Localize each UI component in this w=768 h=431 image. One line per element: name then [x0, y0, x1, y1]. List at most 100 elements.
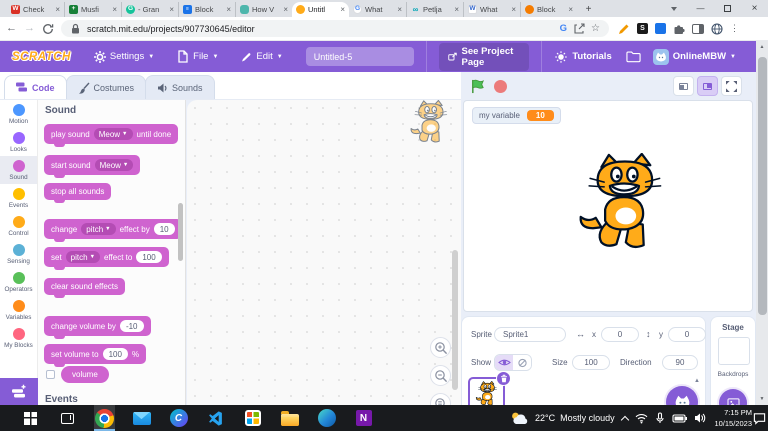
url-bar[interactable]: scratch.mit.edu/projects/907730645/edito… — [61, 20, 609, 37]
sprite-cat-on-stage[interactable] — [576, 153, 670, 251]
taskbar-canva-button[interactable]: C — [168, 405, 189, 431]
sound-stack-block[interactable]: set pitch ▼ effect to 100 — [44, 247, 169, 270]
tutorials-button[interactable]: Tutorials — [541, 41, 625, 72]
sound-reporter-block[interactable]: volume — [61, 366, 109, 383]
share-icon[interactable] — [573, 23, 585, 34]
maximize-button[interactable] — [714, 0, 741, 17]
sound-stack-block[interactable]: stop all sounds — [44, 183, 112, 203]
large-stage-button[interactable] — [697, 76, 718, 96]
add-extension-button[interactable] — [0, 378, 38, 405]
sprite-list-scroll-up-icon[interactable]: ▲ — [694, 378, 700, 384]
block-dropdown[interactable]: Meow ▼ — [94, 159, 134, 171]
see-project-page-button[interactable]: See Project Page — [438, 42, 529, 71]
tab-close-icon[interactable]: × — [283, 5, 288, 14]
browser-tab[interactable]: Untitl × — [292, 2, 349, 17]
page-scrollbar[interactable]: ▲ ▼ — [756, 41, 768, 405]
small-stage-button[interactable] — [673, 76, 694, 96]
delete-sprite-button[interactable] — [496, 371, 511, 386]
hide-sprite-button[interactable] — [513, 355, 531, 370]
y-input[interactable]: 0 — [668, 327, 706, 342]
scrollbar-thumb[interactable] — [757, 57, 767, 315]
stage[interactable]: my variable 10 — [463, 100, 753, 312]
forward-icon[interactable]: → — [24, 23, 35, 34]
zoom-reset-button[interactable] — [430, 393, 451, 405]
taskbar-explorer-button[interactable] — [279, 405, 300, 431]
block-dropdown[interactable]: Meow ▼ — [93, 128, 133, 140]
sound-stack-block[interactable]: start sound Meow ▼ — [44, 155, 141, 178]
google-icon[interactable]: G — [560, 23, 567, 34]
tab-sounds[interactable]: Sounds — [145, 75, 215, 99]
bookmark-star-icon[interactable]: ☆ — [591, 23, 600, 34]
project-name-input[interactable] — [305, 47, 414, 66]
tab-costumes[interactable]: Costumes — [65, 75, 147, 99]
folder-icon[interactable] — [626, 50, 641, 63]
sound-stack-block[interactable]: clear sound effects — [44, 278, 126, 298]
action-center-button[interactable] — [753, 412, 766, 430]
scroll-down-icon[interactable]: ▼ — [756, 396, 768, 402]
category-motion[interactable]: Motion — [0, 100, 37, 128]
scroll-up-icon[interactable]: ▲ — [756, 44, 768, 50]
block-number-input[interactable]: 100 — [136, 251, 162, 263]
edit-menu[interactable]: Edit ▼ — [229, 41, 293, 72]
show-sprite-button[interactable] — [495, 355, 513, 370]
taskbar-chrome-button[interactable] — [94, 405, 115, 431]
tab-close-icon[interactable]: × — [55, 5, 60, 14]
category-my-blocks[interactable]: My Blocks — [0, 324, 37, 352]
block-dropdown[interactable]: pitch ▼ — [65, 251, 101, 263]
speaker-icon[interactable] — [694, 412, 706, 424]
zoom-out-button[interactable] — [430, 365, 451, 386]
browser-tab[interactable]: G What × — [349, 2, 406, 17]
code-workspace[interactable] — [187, 100, 461, 405]
tab-search-chevron-icon[interactable] — [660, 0, 687, 17]
stop-button[interactable] — [494, 79, 507, 93]
category-sound[interactable]: Sound — [0, 156, 37, 184]
sprite-name-input[interactable]: Sprite1 — [494, 327, 566, 342]
tab-close-icon[interactable]: × — [340, 5, 345, 14]
block-dropdown[interactable]: pitch ▼ — [81, 223, 116, 235]
taskbar-vscode-button[interactable] — [205, 405, 226, 431]
category-events[interactable]: Events — [0, 184, 37, 212]
browser-tab[interactable]: + Musfi × — [64, 2, 121, 17]
account-menu[interactable]: OnlineMBW ▼ — [652, 48, 736, 65]
fullscreen-button[interactable] — [721, 76, 742, 96]
sound-stack-block[interactable]: change pitch ▼ effect by 10 — [44, 219, 182, 242]
taskbar-mail-button[interactable] — [131, 405, 152, 431]
monitor-checkbox[interactable] — [46, 370, 55, 379]
block-number-input[interactable]: 100 — [102, 348, 128, 360]
category-control[interactable]: Control — [0, 212, 37, 240]
tab-close-icon[interactable]: × — [454, 5, 459, 14]
minimize-button[interactable]: — — [687, 0, 714, 17]
browser-tab[interactable]: ∞ Petlja × — [406, 2, 463, 17]
taskbar-onenote-button[interactable]: N — [353, 405, 374, 431]
file-menu[interactable]: File ▼ — [165, 41, 229, 72]
settings-menu[interactable]: Settings ▼ — [83, 41, 165, 72]
hidden-icons-chevron-icon[interactable] — [620, 415, 630, 424]
browser-menu-icon[interactable]: ⋮ — [730, 23, 739, 34]
browser-tab[interactable]: G- Gran × — [121, 2, 178, 17]
sound-stack-block[interactable]: play sound Meow ▼ until done — [44, 124, 179, 147]
browser-tab[interactable]: W What × — [463, 2, 520, 17]
close-button[interactable]: × — [741, 0, 768, 17]
browser-tab[interactable]: How V × — [235, 2, 292, 17]
green-flag-button[interactable] — [470, 79, 485, 94]
scratch-logo[interactable]: SCRATCH — [12, 51, 71, 63]
battery-icon[interactable] — [672, 413, 687, 424]
globe-profile-icon[interactable] — [711, 22, 723, 35]
tab-code[interactable]: Code — [4, 75, 67, 99]
tab-close-icon[interactable]: × — [226, 5, 231, 14]
palette-scrollbar[interactable] — [178, 203, 183, 261]
sound-stack-block[interactable]: change volume by -10 — [44, 316, 151, 339]
new-tab-button[interactable]: + — [581, 2, 596, 17]
tab-close-icon[interactable]: × — [511, 5, 516, 14]
taskbar-start-button[interactable] — [20, 405, 41, 431]
backdrop-thumbnail[interactable] — [718, 337, 750, 365]
category-variables[interactable]: Variables — [0, 296, 37, 324]
s-extension-icon[interactable]: S — [637, 23, 648, 34]
variable-monitor[interactable]: my variable 10 — [472, 107, 561, 124]
size-input[interactable]: 100 — [572, 355, 610, 370]
taskbar-weather-widget[interactable]: 22°C Mostly cloudy — [510, 405, 615, 431]
tab-close-icon[interactable]: × — [568, 5, 573, 14]
taskbar-clock[interactable]: 7:15 PM 10/15/2023 — [714, 408, 752, 430]
tab-close-icon[interactable]: × — [112, 5, 117, 14]
direction-input[interactable]: 90 — [662, 355, 698, 370]
